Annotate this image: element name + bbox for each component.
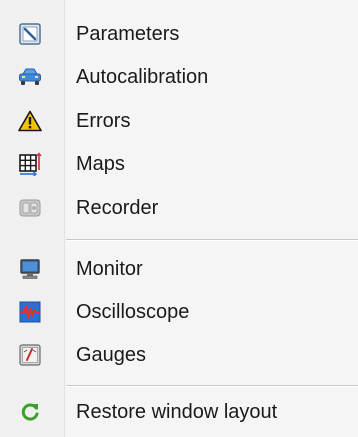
monitor-icon <box>18 257 42 281</box>
grid-map-icon <box>18 152 42 176</box>
menu-item-restore-window-layout[interactable]: Restore window layout <box>0 391 358 433</box>
menu-item-label: Errors <box>76 110 131 132</box>
menu-item-parameters[interactable]: Parameters <box>0 13 358 55</box>
context-menu: Parameters Autocalibration Errors Maps R… <box>0 0 358 437</box>
menu-item-label: Maps <box>76 153 125 175</box>
menu-separator <box>66 239 358 241</box>
car-icon <box>18 65 42 89</box>
menu-item-label: Monitor <box>76 258 143 280</box>
menu-item-recorder[interactable]: Recorder <box>0 187 358 229</box>
menu-item-autocalibration[interactable]: Autocalibration <box>0 56 358 98</box>
menu-item-label: Oscilloscope <box>76 301 190 323</box>
menu-separator <box>66 385 358 387</box>
menu-item-label: Recorder <box>76 197 159 219</box>
menu-item-gauges[interactable]: Gauges <box>0 334 358 376</box>
refresh-icon <box>18 400 42 424</box>
menu-item-errors[interactable]: Errors <box>0 100 358 142</box>
gauge-icon <box>18 343 42 367</box>
menu-item-maps[interactable]: Maps <box>0 143 358 185</box>
recorder-icon <box>18 196 42 220</box>
menu-item-label: Restore window layout <box>76 401 278 423</box>
menu-item-oscilloscope[interactable]: Oscilloscope <box>0 291 358 333</box>
oscilloscope-icon <box>18 300 42 324</box>
menu-item-monitor[interactable]: Monitor <box>0 248 358 290</box>
parameters-icon <box>18 22 42 46</box>
warning-icon <box>18 109 42 133</box>
menu-item-label: Parameters <box>76 23 180 45</box>
menu-item-label: Gauges <box>76 344 147 366</box>
menu-item-label: Autocalibration <box>76 66 209 88</box>
